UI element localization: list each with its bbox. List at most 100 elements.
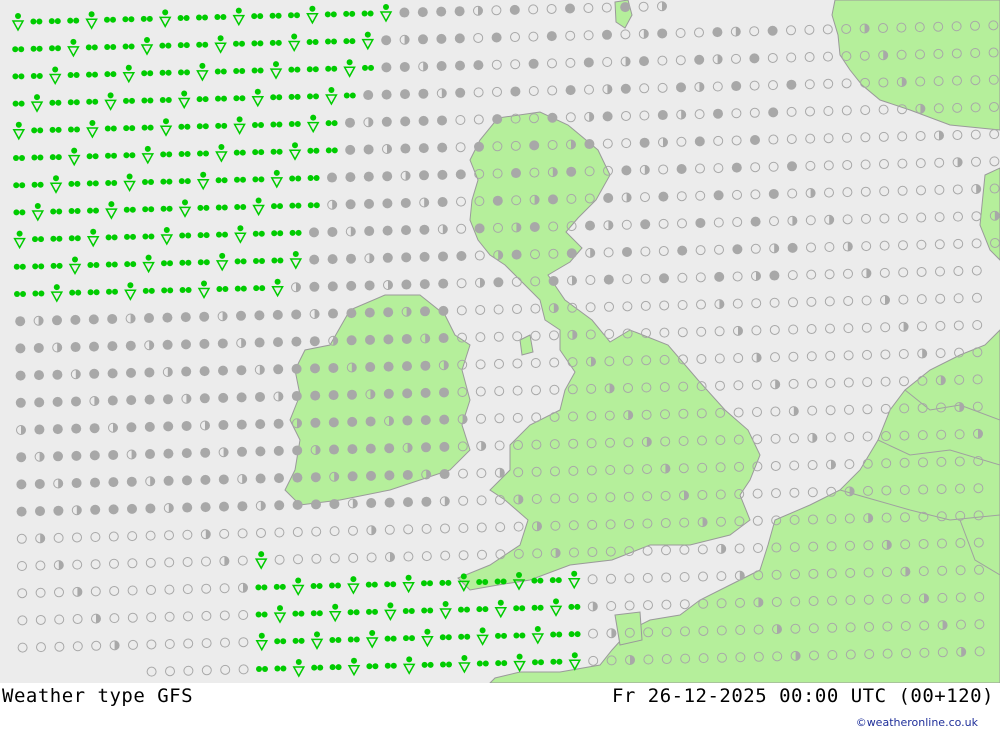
weather-marker-filled bbox=[346, 308, 357, 319]
weather-marker-filled bbox=[640, 219, 651, 230]
weather-marker-filled bbox=[255, 419, 266, 430]
weather-marker-filled bbox=[255, 391, 265, 402]
weather-marker-filled bbox=[145, 449, 155, 460]
weather-marker-filled bbox=[181, 420, 192, 431]
weather-marker-filled bbox=[107, 395, 118, 406]
weather-marker-filled bbox=[731, 162, 742, 173]
weather-marker-filled bbox=[90, 477, 100, 488]
weather-marker-filled bbox=[255, 446, 266, 457]
weather-marker-filled bbox=[199, 311, 210, 322]
weather-marker-filled bbox=[236, 392, 247, 403]
weather-marker-filled bbox=[89, 450, 100, 461]
weather-marker-filled bbox=[236, 419, 247, 430]
weather-marker-filled bbox=[15, 343, 26, 354]
weather-marker-filled bbox=[364, 226, 375, 237]
weather-marker-filled bbox=[328, 390, 339, 401]
weather-marker-filled bbox=[309, 336, 320, 347]
weather-marker-filled bbox=[603, 274, 614, 285]
weather-marker-filled bbox=[731, 81, 742, 92]
weather-marker-filled bbox=[383, 307, 394, 318]
weather-marker-filled bbox=[126, 367, 136, 378]
weather-marker-filled bbox=[71, 396, 81, 407]
weather-marker-filled bbox=[34, 478, 45, 489]
weather-marker-filled bbox=[347, 389, 357, 400]
weather-marker-filled bbox=[272, 309, 283, 320]
weather-marker-filled bbox=[71, 423, 82, 434]
weather-marker-filled bbox=[454, 6, 465, 17]
weather-marker-filled bbox=[437, 142, 448, 153]
weather-marker-filled bbox=[511, 168, 521, 179]
credit-link[interactable]: ©weatheronline.co.uk bbox=[856, 716, 978, 729]
weather-marker-filled bbox=[108, 504, 119, 515]
weather-marker-filled bbox=[384, 497, 395, 508]
weather-marker-filled bbox=[418, 34, 428, 45]
weather-marker-filled bbox=[15, 370, 26, 381]
weather-marker-filled bbox=[382, 252, 393, 263]
weather-marker-filled bbox=[309, 254, 320, 265]
weather-marker-filled bbox=[364, 198, 374, 209]
weather-marker-filled bbox=[273, 445, 284, 456]
weather-marker-filled bbox=[292, 499, 303, 510]
weather-marker-filled bbox=[126, 395, 137, 406]
weather-marker-filled bbox=[292, 472, 303, 483]
weather-marker-filled bbox=[438, 305, 449, 316]
weather-marker-filled bbox=[622, 246, 632, 257]
weather-marker-filled bbox=[455, 60, 465, 71]
weather-marker-filled bbox=[16, 452, 27, 463]
weather-marker-filled bbox=[347, 416, 358, 427]
weather-marker-filled bbox=[363, 144, 374, 155]
weather-marker-filled bbox=[493, 277, 504, 288]
weather-marker-filled bbox=[491, 32, 502, 43]
weather-marker-filled bbox=[787, 242, 798, 253]
weather-marker-filled bbox=[659, 273, 669, 284]
weather-marker-filled bbox=[603, 193, 614, 203]
weather-marker-filled bbox=[310, 390, 321, 401]
weather-marker-filled bbox=[218, 392, 229, 403]
weather-marker-filled bbox=[639, 137, 650, 148]
weather-marker-filled bbox=[90, 504, 101, 515]
weather-marker-filled bbox=[402, 388, 413, 399]
weather-marker-filled bbox=[218, 420, 229, 431]
weather-marker-filled bbox=[327, 281, 338, 292]
weather-marker-filled bbox=[399, 61, 410, 72]
weather-marker-filled bbox=[421, 442, 431, 453]
weather-marker-filled bbox=[400, 197, 411, 208]
weather-marker-filled bbox=[70, 314, 81, 325]
weather-marker-filled bbox=[310, 363, 320, 374]
weather-marker-filled bbox=[34, 370, 44, 381]
weather-marker-filled bbox=[421, 496, 432, 507]
weather-marker-filled bbox=[492, 195, 503, 206]
weather-marker-filled bbox=[162, 312, 173, 323]
weather-marker-filled bbox=[384, 443, 395, 454]
weather-marker-filled bbox=[732, 244, 743, 255]
weather-marker-filled bbox=[418, 115, 429, 126]
weather-marker-filled bbox=[382, 171, 393, 182]
weather-marker-filled bbox=[108, 449, 119, 460]
weather-marker-filled bbox=[439, 469, 450, 480]
weather-marker-filled bbox=[769, 270, 780, 281]
weather-marker-filled bbox=[436, 6, 447, 17]
weather-marker-filled bbox=[529, 222, 540, 232]
weather-marker-filled bbox=[254, 310, 265, 321]
weather-marker-filled bbox=[218, 474, 229, 485]
weather-marker-filled bbox=[327, 254, 338, 265]
weather-marker-filled bbox=[328, 308, 338, 319]
weather-marker-filled bbox=[199, 393, 210, 404]
weather-marker-filled bbox=[274, 473, 284, 484]
weather-marker-filled bbox=[291, 309, 302, 320]
weather-marker-filled bbox=[236, 310, 246, 321]
weather-marker-filled bbox=[347, 444, 358, 455]
weather-marker-filled bbox=[89, 368, 100, 379]
weather-marker-filled bbox=[565, 85, 576, 96]
weather-marker-filled bbox=[345, 172, 356, 183]
valid-time: Fr 26-12-2025 00:00 UTC (00+120) bbox=[611, 685, 994, 707]
weather-marker-filled bbox=[71, 450, 82, 461]
weather-marker-filled bbox=[89, 341, 99, 352]
weather-marker-filled bbox=[182, 475, 192, 486]
weather-marker-filled bbox=[328, 417, 339, 428]
weather-marker-filled bbox=[329, 498, 340, 509]
weather-marker-filled bbox=[767, 25, 778, 36]
weather-marker-filled bbox=[566, 248, 577, 259]
weather-marker-filled bbox=[677, 245, 688, 256]
weather-marker-filled bbox=[713, 108, 723, 119]
